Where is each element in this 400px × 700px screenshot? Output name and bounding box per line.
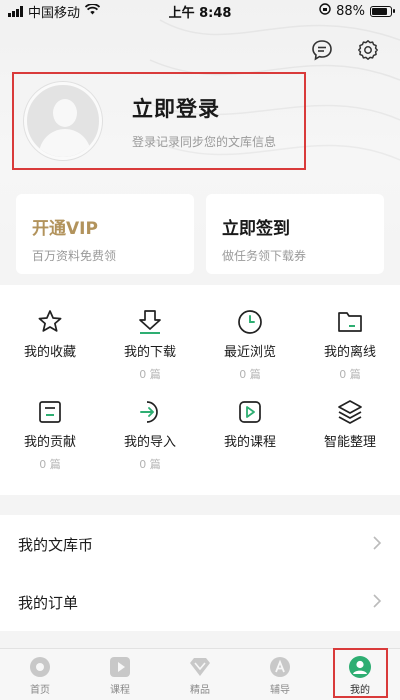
vip-title: 开通VIP [32,219,98,239]
play-icon [235,397,265,427]
battery-percent: 88% [336,3,365,19]
layers-icon [335,397,365,427]
grid-item-imports[interactable]: 我的导入 0 篇 [100,397,200,472]
folder-icon [335,307,365,337]
list-item-coins[interactable]: 我的文库币 [0,515,400,573]
vip-subtitle: 百万资料免费领 [32,249,117,263]
grid-item-contributions[interactable]: 我的贡献 0 篇 [0,397,100,472]
status-bar: 中国移动 上午 8:48 88% [0,0,400,22]
active-tab-highlight [333,648,388,698]
battery-icon [370,5,395,17]
course-icon [108,655,132,679]
import-icon [135,397,165,427]
signal-icon [8,5,23,17]
tab-courses[interactable]: 课程 [80,649,160,700]
grid-item-downloads[interactable]: 我的下载 0 篇 [100,307,200,382]
grid-item-favorites[interactable]: 我的收藏 [0,307,100,366]
tab-home[interactable]: 首页 [0,649,80,700]
sign-in-title: 立即签到 [222,219,290,239]
wifi-icon [84,2,101,19]
tutor-icon [268,655,292,679]
avatar[interactable] [24,82,102,160]
grid-item-offline[interactable]: 我的离线 0 篇 [300,307,400,382]
grid-item-smart-organize[interactable]: 智能整理 [300,397,400,456]
tab-premium[interactable]: 精品 [160,649,240,700]
sign-in-card[interactable]: 立即签到 做任务领下载券 [206,194,384,274]
rotation-lock-icon [319,3,331,19]
login-subtitle: 登录记录同步您的文库信息 [132,134,277,149]
list-item-orders[interactable]: 我的订单 [0,573,400,631]
grid-item-recent[interactable]: 最近浏览 0 篇 [200,307,300,382]
login-title[interactable]: 立即登录 [132,93,276,123]
star-icon [35,307,65,337]
vip-card[interactable]: 开通VIP 百万资料免费领 [16,194,194,274]
grid-item-courses[interactable]: 我的课程 [200,397,300,456]
download-icon [135,307,165,337]
diamond-icon [188,655,212,679]
carrier-label: 中国移动 [28,5,81,21]
tab-tutor[interactable]: 辅导 [240,649,320,700]
login-section[interactable]: 立即登录 登录记录同步您的文库信息 [12,72,306,170]
chevron-right-icon [372,534,382,555]
feature-grid: 我的收藏 我的下载 0 篇 最近浏览 0 篇 我的离线 0 篇 我的贡献 0 篇… [0,285,400,495]
settings-icon[interactable] [356,38,380,62]
chevron-right-icon [372,592,382,613]
settings-list: 我的文库币 我的订单 [0,515,400,631]
clock: 上午 8:48 [168,5,232,21]
header-actions [310,38,380,62]
clock-icon [235,307,265,337]
home-icon [28,655,52,679]
message-icon[interactable] [310,38,334,62]
contribute-icon [35,397,65,427]
sign-in-subtitle: 做任务领下载券 [222,249,307,263]
